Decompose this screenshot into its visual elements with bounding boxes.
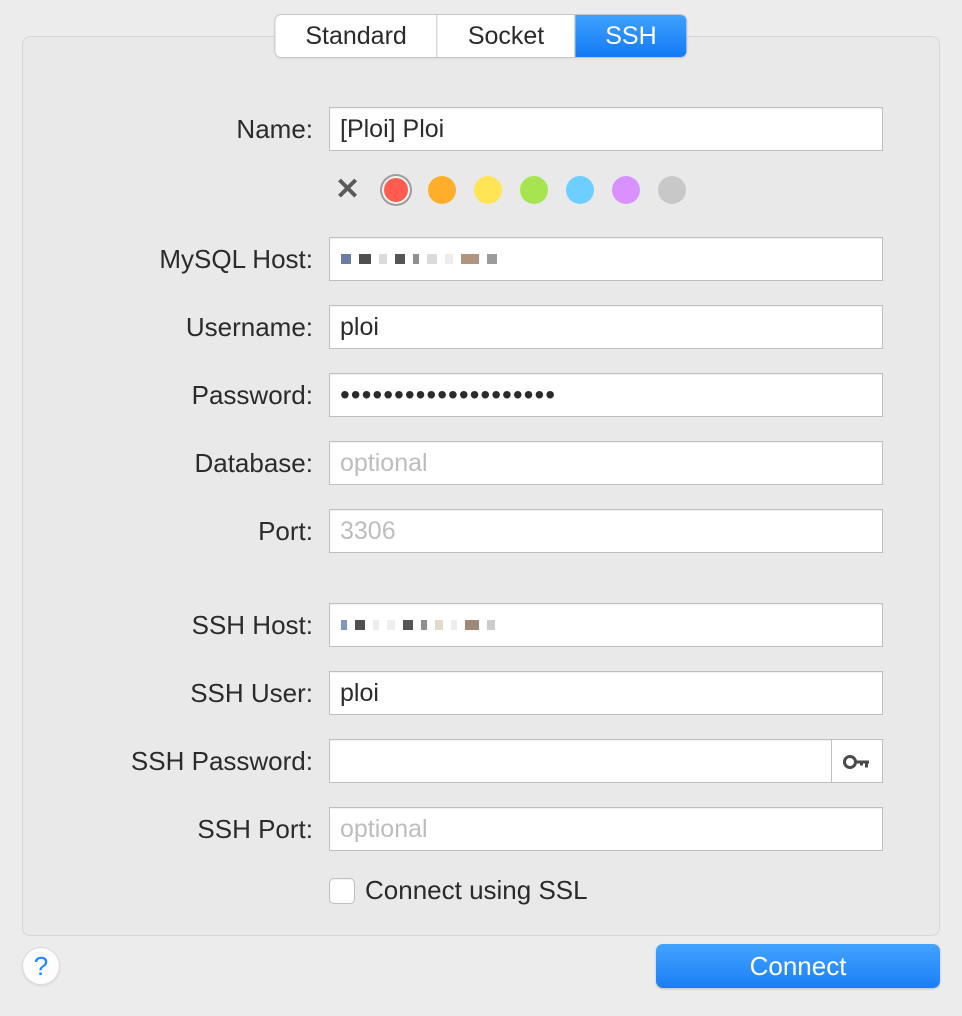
tab-ssh[interactable]: SSH bbox=[574, 15, 686, 57]
password-label: Password: bbox=[79, 380, 329, 411]
help-button[interactable]: ? bbox=[22, 947, 60, 985]
ssl-checkbox-label: Connect using SSL bbox=[365, 875, 588, 906]
port-input[interactable] bbox=[329, 509, 883, 553]
color-picker: ✕ bbox=[329, 175, 686, 205]
redacted-content bbox=[329, 254, 497, 264]
connection-settings-panel: Name: ✕ MySQL Host: bbox=[22, 36, 940, 936]
ssh-port-label: SSH Port: bbox=[79, 814, 329, 845]
tab-socket[interactable]: Socket bbox=[437, 15, 574, 57]
name-label: Name: bbox=[79, 114, 329, 145]
color-swatch-red[interactable] bbox=[382, 176, 410, 204]
ssh-user-label: SSH User: bbox=[79, 678, 329, 709]
name-input[interactable] bbox=[329, 107, 883, 151]
connect-button-label: Connect bbox=[750, 951, 847, 982]
color-swatch-orange[interactable] bbox=[428, 176, 456, 204]
tab-ssh-label: SSH bbox=[605, 22, 656, 51]
database-label: Database: bbox=[79, 448, 329, 479]
color-swatch-gray[interactable] bbox=[658, 176, 686, 204]
clear-color-icon[interactable]: ✕ bbox=[331, 175, 364, 205]
password-input[interactable] bbox=[329, 373, 883, 417]
redacted-content bbox=[329, 620, 495, 630]
ssh-password-input[interactable] bbox=[329, 739, 832, 783]
color-swatch-green[interactable] bbox=[520, 176, 548, 204]
color-swatch-purple[interactable] bbox=[612, 176, 640, 204]
mysql-host-label: MySQL Host: bbox=[79, 244, 329, 275]
tab-standard-label: Standard bbox=[305, 22, 406, 51]
connect-button[interactable]: Connect bbox=[656, 944, 940, 988]
ssh-password-label: SSH Password: bbox=[79, 746, 329, 777]
username-input[interactable] bbox=[329, 305, 883, 349]
ssh-key-button[interactable] bbox=[832, 739, 883, 783]
key-icon bbox=[843, 746, 871, 777]
color-swatch-yellow[interactable] bbox=[474, 176, 502, 204]
ssh-port-input[interactable] bbox=[329, 807, 883, 851]
ssl-checkbox[interactable] bbox=[329, 878, 355, 904]
username-label: Username: bbox=[79, 312, 329, 343]
color-swatch-blue[interactable] bbox=[566, 176, 594, 204]
tab-standard[interactable]: Standard bbox=[275, 15, 436, 57]
connection-type-tabs: Standard Socket SSH bbox=[274, 14, 687, 58]
help-icon: ? bbox=[34, 951, 48, 982]
ssh-host-label: SSH Host: bbox=[79, 610, 329, 641]
tab-socket-label: Socket bbox=[468, 22, 544, 51]
ssh-user-input[interactable] bbox=[329, 671, 883, 715]
port-label: Port: bbox=[79, 516, 329, 547]
database-input[interactable] bbox=[329, 441, 883, 485]
